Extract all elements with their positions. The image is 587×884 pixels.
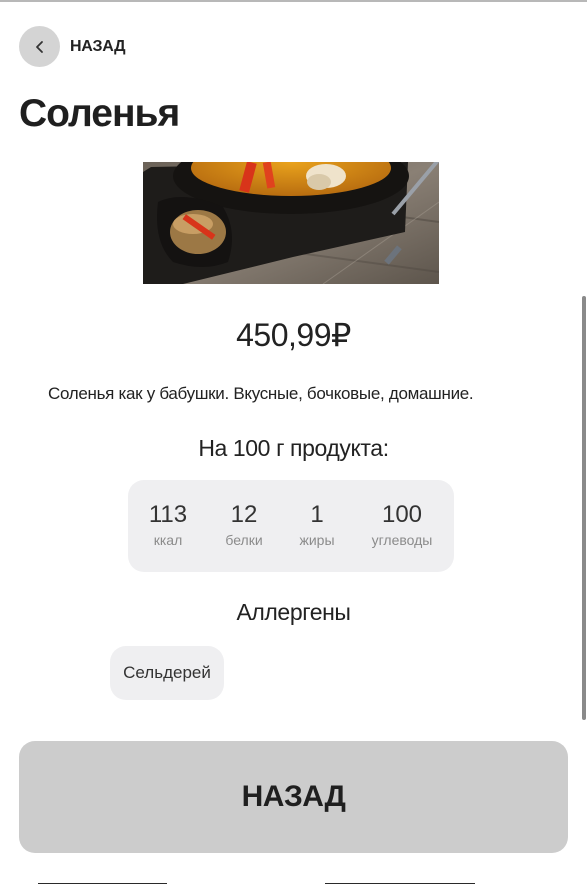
chevron-left-icon [35, 40, 43, 53]
allergens-heading: Аллергены [236, 599, 351, 625]
nutrition-carbs: 100 углеводы [362, 500, 442, 550]
nutrition-value: 12 [230, 501, 258, 528]
product-image [143, 162, 439, 284]
scrollbar[interactable] [582, 296, 586, 720]
allergen-chip: Сельдерей [110, 646, 224, 700]
nutrition-value: 100 [381, 501, 423, 528]
nutrition-value: 1 [310, 501, 324, 528]
soup-bowl-photo [143, 162, 439, 284]
nutrition-label: белки [225, 532, 263, 548]
nutrition-value: 113 [148, 501, 188, 528]
back-button-bottom[interactable]: НАЗАД [19, 741, 568, 853]
nutrition-label: углеводы [371, 532, 433, 548]
nutrition-protein: 12 белки [204, 500, 284, 550]
product-detail-screen: НАЗАД Соленья 450,99₽ Соленья как у бабу… [0, 0, 587, 884]
nutrition-fat: 1 жиры [277, 500, 357, 550]
product-description: Соленья как у бабушки. Вкусные, бочковые… [48, 384, 474, 403]
back-label-top[interactable]: НАЗАД [70, 38, 125, 56]
back-circle-button[interactable] [19, 26, 60, 67]
product-price: 450,99₽ [236, 317, 351, 353]
back-link-top[interactable]: НАЗАД [19, 26, 125, 67]
nutrition-label: жиры [299, 532, 335, 548]
nutrition-panel: 113 ккал 12 белки 1 жиры 100 углеводы [128, 480, 454, 572]
nutrition-label: ккал [153, 532, 183, 548]
nutrition-heading: На 100 г продукта: [198, 435, 389, 461]
product-title: Соленья [19, 92, 180, 135]
nutrition-kcal: 113 ккал [128, 500, 208, 550]
